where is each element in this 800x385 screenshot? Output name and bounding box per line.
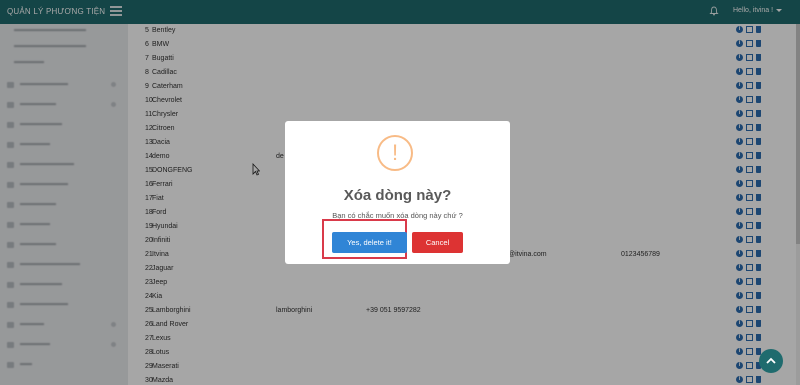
confirm-delete-button[interactable]: Yes, delete it! xyxy=(332,232,407,253)
arrow-up-icon xyxy=(766,357,776,364)
warning-icon: ! xyxy=(377,135,413,171)
scroll-to-top-button[interactable] xyxy=(759,349,783,373)
dialog-title: Xóa dòng này? xyxy=(343,187,452,204)
cancel-button[interactable]: Cancel xyxy=(412,232,463,253)
delete-confirm-dialog: ! Xóa dòng này? Bạn có chắc muốn xóa dòn… xyxy=(285,121,510,264)
